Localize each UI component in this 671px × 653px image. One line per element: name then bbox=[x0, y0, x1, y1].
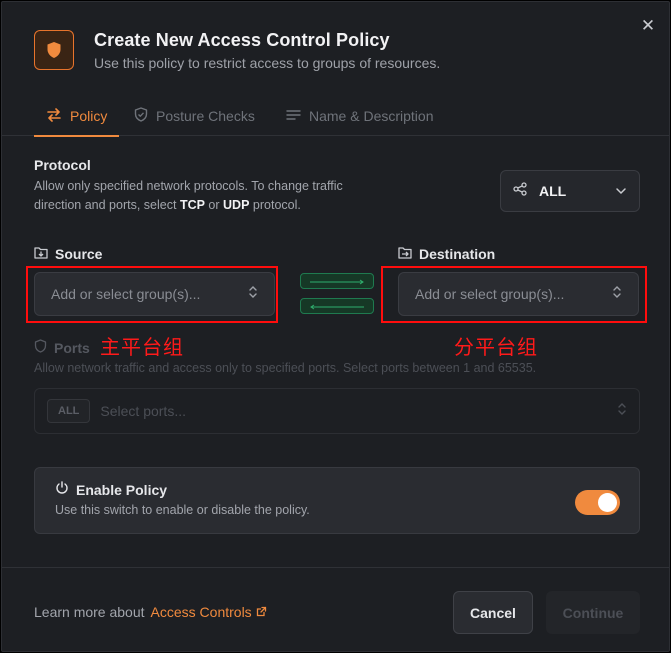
dialog-title: Create New Access Control Policy bbox=[94, 30, 390, 50]
power-icon bbox=[55, 481, 69, 498]
tab-posture-checks-label: Posture Checks bbox=[156, 108, 255, 124]
enable-policy-label-row: Enable Policy bbox=[55, 481, 167, 498]
destination-label: Destination bbox=[419, 246, 496, 262]
shield-check-icon bbox=[134, 107, 148, 125]
tab-posture-checks[interactable]: Posture Checks bbox=[134, 96, 255, 136]
protocol-help-prefix: direction and ports, select bbox=[34, 198, 177, 212]
learn-more: Learn more about Access Controls bbox=[34, 604, 267, 620]
protocol-label: Protocol bbox=[34, 157, 91, 173]
protocol-help: Allow only specified network protocols. … bbox=[34, 177, 454, 215]
text-lines-icon bbox=[286, 108, 301, 124]
chevron-updown-icon bbox=[612, 285, 622, 304]
continue-button[interactable]: Continue bbox=[546, 591, 640, 634]
enable-policy-help: Use this switch to enable or disable the… bbox=[55, 503, 310, 517]
source-label: Source bbox=[55, 246, 103, 262]
source-label-row: Source bbox=[34, 246, 102, 262]
footer-divider bbox=[2, 567, 669, 568]
tab-bar: Policy Posture Checks Name & Description bbox=[2, 96, 669, 137]
ports-help: Allow network traffic and access only to… bbox=[34, 361, 537, 375]
destination-placeholder: Add or select group(s)... bbox=[415, 286, 565, 302]
protocol-help-or: or bbox=[208, 198, 220, 212]
protocol-help-line2: direction and ports, select TCP or UDP p… bbox=[34, 196, 454, 215]
protocol-select[interactable]: ALL bbox=[500, 170, 640, 212]
enable-policy-label: Enable Policy bbox=[76, 481, 168, 498]
ports-select: ALL Select ports... bbox=[34, 388, 640, 434]
external-link-icon bbox=[256, 604, 267, 620]
source-annotation: 主平台组 bbox=[100, 335, 184, 359]
folder-export-icon bbox=[398, 246, 412, 262]
access-policy-dialog: ✕ Create New Access Control Policy Use t… bbox=[1, 1, 670, 652]
chevron-updown-icon bbox=[617, 402, 627, 421]
toggle-knob bbox=[598, 493, 617, 512]
share-nodes-icon bbox=[513, 181, 527, 201]
ports-label: Ports bbox=[54, 339, 90, 356]
direction-forward-button[interactable] bbox=[300, 273, 374, 289]
destination-annotation: 分平台组 bbox=[454, 335, 538, 359]
tab-name-description-label: Name & Description bbox=[309, 108, 434, 124]
protocol-help-line1: Allow only specified network protocols. … bbox=[34, 179, 343, 193]
tab-policy[interactable]: Policy bbox=[34, 96, 120, 137]
protocol-help-udp: UDP bbox=[223, 198, 250, 212]
source-placeholder: Add or select group(s)... bbox=[51, 286, 201, 302]
source-group-select[interactable]: Add or select group(s)... bbox=[34, 272, 275, 316]
ports-label-row: Ports bbox=[34, 339, 90, 356]
learn-more-prefix: Learn more about bbox=[34, 604, 145, 620]
cancel-button[interactable]: Cancel bbox=[453, 591, 533, 634]
direction-backward-button[interactable] bbox=[300, 298, 374, 314]
shield-icon bbox=[34, 339, 47, 356]
access-controls-link-label: Access Controls bbox=[150, 604, 252, 620]
enable-policy-card: Enable Policy Use this switch to enable … bbox=[34, 467, 640, 534]
chevron-down-icon bbox=[615, 182, 627, 200]
ports-all-chip: ALL bbox=[47, 399, 91, 423]
destination-group-select[interactable]: Add or select group(s)... bbox=[398, 272, 639, 316]
chevron-updown-icon bbox=[248, 285, 258, 304]
close-icon[interactable]: ✕ bbox=[638, 16, 658, 36]
ports-placeholder: Select ports... bbox=[100, 403, 186, 419]
arrow-left-icon bbox=[308, 297, 366, 315]
protocol-help-tcp: TCP bbox=[179, 198, 205, 212]
dialog-subtitle: Use this policy to restrict access to gr… bbox=[94, 55, 441, 71]
arrow-right-icon bbox=[308, 272, 366, 290]
destination-label-row: Destination bbox=[398, 246, 495, 262]
enable-policy-toggle[interactable] bbox=[575, 490, 620, 515]
protocol-help-suffix: protocol. bbox=[252, 198, 301, 212]
access-controls-link[interactable]: Access Controls bbox=[151, 604, 267, 620]
arrows-swap-icon bbox=[46, 107, 62, 125]
protocol-value: ALL bbox=[539, 183, 567, 199]
tab-policy-label: Policy bbox=[70, 108, 108, 124]
tab-name-description[interactable]: Name & Description bbox=[286, 96, 434, 136]
shield-icon bbox=[34, 30, 74, 70]
folder-import-icon bbox=[34, 246, 48, 262]
